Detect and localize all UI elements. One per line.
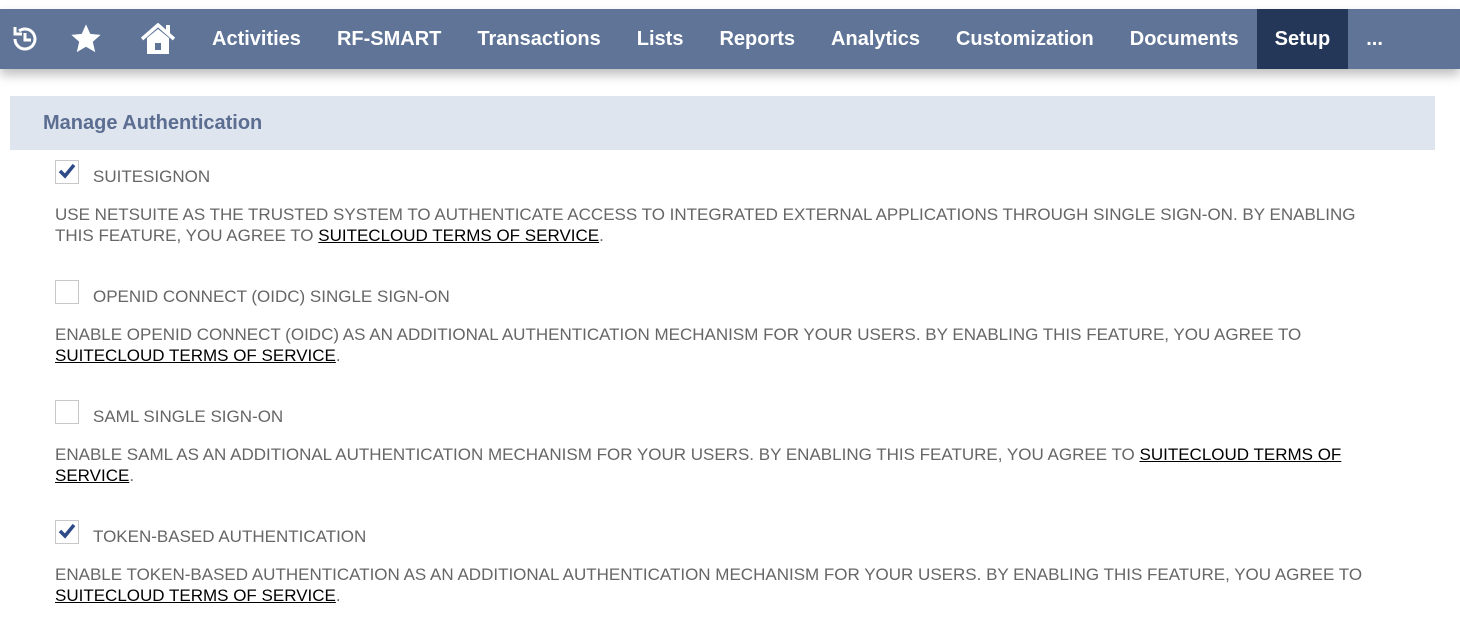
checkmark-icon <box>58 523 76 539</box>
feature-checkbox[interactable] <box>55 400 79 424</box>
nav-item-activities[interactable]: Activities <box>194 9 319 69</box>
description-text: USE NETSUITE AS THE TRUSTED SYSTEM TO AU… <box>55 205 1356 245</box>
star-icon[interactable] <box>50 9 122 69</box>
page-title: Manage Authentication <box>43 112 263 134</box>
description-end: . <box>129 466 135 485</box>
description-end: . <box>335 346 341 365</box>
description-text: ENABLE TOKEN-BASED AUTHENTICATION AS AN … <box>55 565 1363 584</box>
feature-checkbox[interactable] <box>55 520 79 544</box>
top-nav: Activities RF-SMART Transactions Lists Repor… <box>0 9 1460 69</box>
nav-item-documents[interactable]: Documents <box>1112 9 1257 69</box>
nav-item-customization[interactable]: Customization <box>938 9 1112 69</box>
nav-item-setup[interactable]: Setup <box>1256 9 1349 69</box>
nav-item-transactions[interactable]: Transactions <box>459 9 618 69</box>
feature-checkbox[interactable] <box>55 280 79 304</box>
recent-records-icon[interactable] <box>0 9 50 69</box>
feature-description: ENABLE TOKEN-BASED AUTHENTICATION AS AN … <box>55 564 1395 606</box>
home-icon[interactable] <box>122 9 194 69</box>
terms-of-service-link[interactable]: SUITECLOUD TERMS OF SERVICE <box>55 346 336 365</box>
nav-item-rf-smart[interactable]: RF-SMART <box>319 9 459 69</box>
terms-of-service-link[interactable]: SUITECLOUD TERMS OF SERVICE <box>318 226 599 245</box>
nav-item-lists[interactable]: Lists <box>619 9 702 69</box>
description-text: ENABLE OPENID CONNECT (OIDC) AS AN ADDIT… <box>55 325 1302 344</box>
description-text: ENABLE SAML AS AN ADDITIONAL AUTHENTICAT… <box>55 445 1140 464</box>
terms-of-service-link[interactable]: SUITECLOUD TERMS OF SERVICE <box>55 586 336 605</box>
feature-description: ENABLE OPENID CONNECT (OIDC) AS AN ADDIT… <box>55 324 1395 366</box>
feature-label: SUITESIGNON <box>93 167 211 186</box>
feature-label: SAML SINGLE SIGN-ON <box>93 407 284 426</box>
checkmark-icon <box>58 163 76 179</box>
description-end: . <box>335 586 341 605</box>
description-end: . <box>599 226 604 245</box>
nav-item-reports[interactable]: Reports <box>701 9 813 69</box>
feature-description: ENABLE SAML AS AN ADDITIONAL AUTHENTICAT… <box>55 444 1395 486</box>
section-header: Manage Authentication <box>10 96 1435 150</box>
feature-label: TOKEN-BASED AUTHENTICATION <box>93 527 367 546</box>
feature-description: USE NETSUITE AS THE TRUSTED SYSTEM TO AU… <box>55 204 1395 246</box>
nav-item-more[interactable]: ... <box>1348 9 1401 69</box>
nav-item-analytics[interactable]: Analytics <box>813 9 938 69</box>
feature-checkbox[interactable] <box>55 160 79 184</box>
feature-label: OPENID CONNECT (OIDC) SINGLE SIGN-ON <box>93 287 450 306</box>
